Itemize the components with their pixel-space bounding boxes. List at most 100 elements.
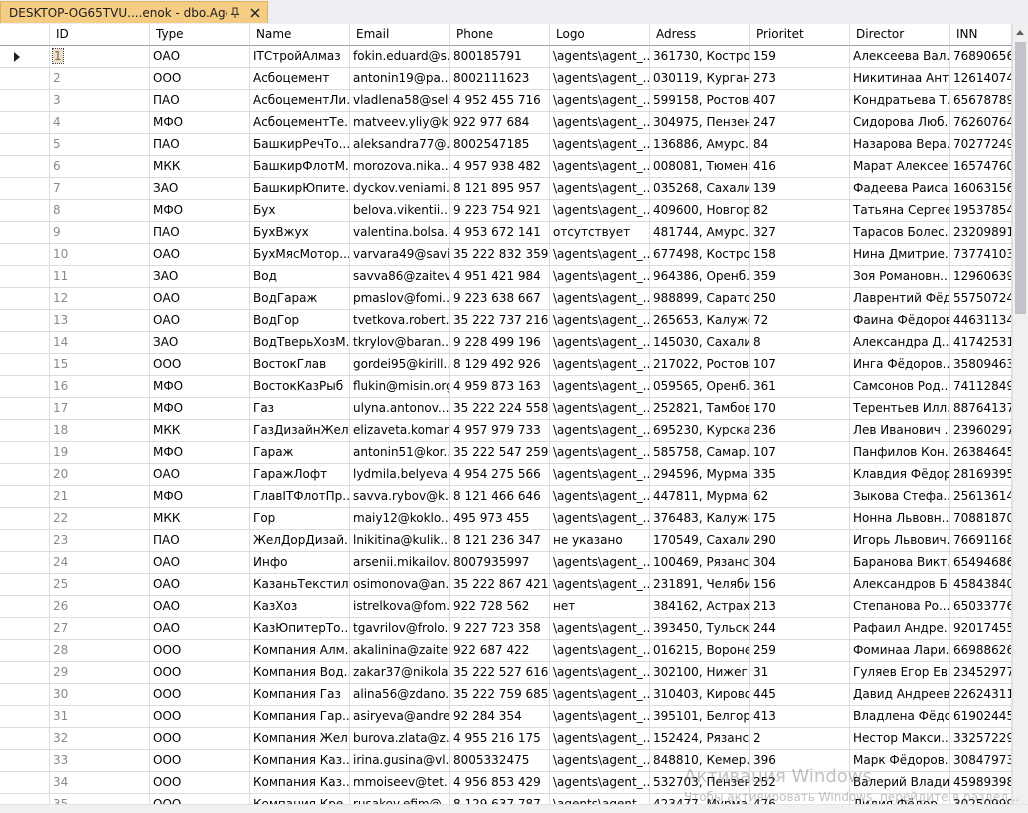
cell-phone[interactable]: 35 222 737 216 bbox=[450, 310, 550, 332]
cell-adress[interactable]: 964386, Оренб... bbox=[650, 266, 750, 288]
column-header-phone[interactable]: Phone bbox=[450, 24, 550, 46]
cell-inn[interactable]: 2561361494 bbox=[950, 486, 1012, 508]
cell-logo[interactable]: \agents\agent_... bbox=[550, 178, 650, 200]
cell-type[interactable]: ОАО bbox=[150, 244, 250, 266]
cell-phone[interactable]: 35 222 547 259 bbox=[450, 442, 550, 464]
cell-name[interactable]: БухВжух bbox=[250, 222, 350, 244]
cell-type[interactable]: МФО bbox=[150, 200, 250, 222]
cell-email[interactable]: asiryeva@andre... bbox=[350, 706, 450, 728]
cell-prioritet[interactable]: 170 bbox=[750, 398, 850, 420]
cell-id[interactable]: 14 bbox=[50, 332, 150, 354]
cell-director[interactable]: Рафаил Андре... bbox=[850, 618, 950, 640]
cell-inn[interactable]: 6549468639 bbox=[950, 552, 1012, 574]
table-row[interactable]: 14 ЗАО ВодТверьХозМ... tkrylov@baran... 9 22… bbox=[0, 332, 1012, 354]
table-row[interactable]: 11 ЗАО Вод savva86@zaitev...4 951 421 984 \a… bbox=[0, 266, 1012, 288]
cell-type[interactable]: МФО bbox=[150, 112, 250, 134]
scroll-up-icon[interactable] bbox=[1016, 30, 1024, 35]
row-header[interactable] bbox=[0, 178, 50, 200]
cell-director[interactable]: Алексеева Вал... bbox=[850, 46, 950, 68]
cell-name[interactable]: ITСтройАлмаз bbox=[250, 46, 350, 68]
row-header[interactable] bbox=[0, 398, 50, 420]
cell-director[interactable]: Степанова Ро... bbox=[850, 596, 950, 618]
cell-name[interactable]: Гор bbox=[250, 508, 350, 530]
cell-logo[interactable]: \agents\agent_... bbox=[550, 156, 650, 178]
cell-inn[interactable]: 7377410338 bbox=[950, 244, 1012, 266]
cell-prioritet[interactable]: 236 bbox=[750, 420, 850, 442]
cell-adress[interactable]: 376483, Калужс... bbox=[650, 508, 750, 530]
cell-id[interactable]: 25 bbox=[50, 574, 150, 596]
cell-type[interactable]: МКК bbox=[150, 508, 250, 530]
cell-phone[interactable]: 4 955 216 175 bbox=[450, 728, 550, 750]
cell-type[interactable]: ООО bbox=[150, 640, 250, 662]
cell-email[interactable]: mmoiseev@tet... bbox=[350, 772, 450, 794]
cell-email[interactable]: morozova.nika... bbox=[350, 156, 450, 178]
cell-name[interactable]: БашкирЮпите... bbox=[250, 178, 350, 200]
table-row[interactable]: 6 МКК БашкирФлотМ... morozova.nika... 4 957 … bbox=[0, 156, 1012, 178]
cell-name[interactable]: ВодТверьХозМ... bbox=[250, 332, 350, 354]
row-header[interactable] bbox=[0, 684, 50, 706]
cell-name[interactable]: БухМясМотор... bbox=[250, 244, 350, 266]
cell-prioritet[interactable]: 416 bbox=[750, 156, 850, 178]
cell-adress[interactable]: 585758, Самар... bbox=[650, 442, 750, 464]
table-row[interactable]: 15 ООО ВостокГлав gordei95@kirill... 8 129 4… bbox=[0, 354, 1012, 376]
cell-prioritet[interactable]: 407 bbox=[750, 90, 850, 112]
cell-adress[interactable]: 136886, Амурс... bbox=[650, 134, 750, 156]
cell-name[interactable]: Компания Каз... bbox=[250, 750, 350, 772]
cell-adress[interactable]: 294596, Мурма... bbox=[650, 464, 750, 486]
cell-type[interactable]: ООО bbox=[150, 662, 250, 684]
row-header[interactable] bbox=[0, 662, 50, 684]
row-header[interactable] bbox=[0, 376, 50, 398]
table-row[interactable]: 25 ОАО КазаньТекстиль osimonova@an... 35 222… bbox=[0, 574, 1012, 596]
cell-logo[interactable]: \agents\agent_... bbox=[550, 640, 650, 662]
cell-director[interactable]: Марк Фёдоров... bbox=[850, 750, 950, 772]
cell-id[interactable]: 1 bbox=[50, 46, 150, 68]
cell-email[interactable]: ulyna.antonov... bbox=[350, 398, 450, 420]
column-header-name[interactable]: Name bbox=[250, 24, 350, 46]
cell-prioritet[interactable]: 8 bbox=[750, 332, 850, 354]
cell-phone[interactable]: 495 973 455 bbox=[450, 508, 550, 530]
row-header[interactable] bbox=[0, 442, 50, 464]
cell-inn[interactable]: 7689065648 bbox=[950, 46, 1012, 68]
cell-name[interactable]: АсбоцементТе... bbox=[250, 112, 350, 134]
cell-logo[interactable]: \agents\agent_... bbox=[550, 486, 650, 508]
row-header[interactable] bbox=[0, 574, 50, 596]
cell-phone[interactable]: 35 222 759 685 bbox=[450, 684, 550, 706]
cell-adress[interactable]: 395101, Белгор... bbox=[650, 706, 750, 728]
cell-name[interactable]: Гараж bbox=[250, 442, 350, 464]
cell-email[interactable]: rusakov.efim@... bbox=[350, 794, 450, 804]
cell-id[interactable]: 12 bbox=[50, 288, 150, 310]
cell-id[interactable]: 13 bbox=[50, 310, 150, 332]
cell-director[interactable]: Зыкова Стефа... bbox=[850, 486, 950, 508]
cell-prioritet[interactable]: 158 bbox=[750, 244, 850, 266]
cell-inn[interactable]: 1953785418 bbox=[950, 200, 1012, 222]
cell-director[interactable]: Фаина Фёдоров... bbox=[850, 310, 950, 332]
row-header[interactable] bbox=[0, 288, 50, 310]
cell-phone[interactable]: 4 957 979 733 bbox=[450, 420, 550, 442]
table-row[interactable]: 24 ОАО Инфо arsenii.mikailov... 8007935997 \a… bbox=[0, 552, 1012, 574]
row-header[interactable] bbox=[0, 508, 50, 530]
cell-director[interactable]: Зоя Романовн... bbox=[850, 266, 950, 288]
table-row[interactable]: 3 ПАО АсбоцементЛи... vladlena58@sel... 4 95… bbox=[0, 90, 1012, 112]
cell-prioritet[interactable]: 62 bbox=[750, 486, 850, 508]
cell-type[interactable]: ОАО bbox=[150, 46, 250, 68]
cell-director[interactable]: Лев Иванович ... bbox=[850, 420, 950, 442]
table-row[interactable]: 35 ООО Компания Кре... rusakov.efim@... 8 12… bbox=[0, 794, 1012, 804]
cell-type[interactable]: ПАО bbox=[150, 530, 250, 552]
cell-inn[interactable]: 7626076463 bbox=[950, 112, 1012, 134]
cell-name[interactable]: Компания Жел... bbox=[250, 728, 350, 750]
cell-logo[interactable]: \agents\agent_... bbox=[550, 618, 650, 640]
row-header[interactable] bbox=[0, 134, 50, 156]
cell-phone[interactable]: 922 687 422 bbox=[450, 640, 550, 662]
cell-id[interactable]: 15 bbox=[50, 354, 150, 376]
cell-type[interactable]: ОАО bbox=[150, 552, 250, 574]
column-header-inn[interactable]: INN bbox=[950, 24, 1012, 46]
cell-name[interactable]: ВостокКазРыб bbox=[250, 376, 350, 398]
cell-email[interactable]: savva86@zaitev... bbox=[350, 266, 450, 288]
table-row[interactable]: 20 ОАО ГаражЛофт lydmila.belyeva... 4 954 27… bbox=[0, 464, 1012, 486]
table-row[interactable]: 12 ОАО ВодГараж pmaslov@fomi... 9 223 638 66… bbox=[0, 288, 1012, 310]
table-row[interactable]: 13 ОАО ВодГор tvetkova.robert... 35 222 737 … bbox=[0, 310, 1012, 332]
cell-director[interactable]: Сидорова Люб... bbox=[850, 112, 950, 134]
cell-logo[interactable]: \agents\agent_... bbox=[550, 794, 650, 804]
cell-type[interactable]: ЗАО bbox=[150, 178, 250, 200]
cell-adress[interactable]: 145030, Сахали... bbox=[650, 332, 750, 354]
